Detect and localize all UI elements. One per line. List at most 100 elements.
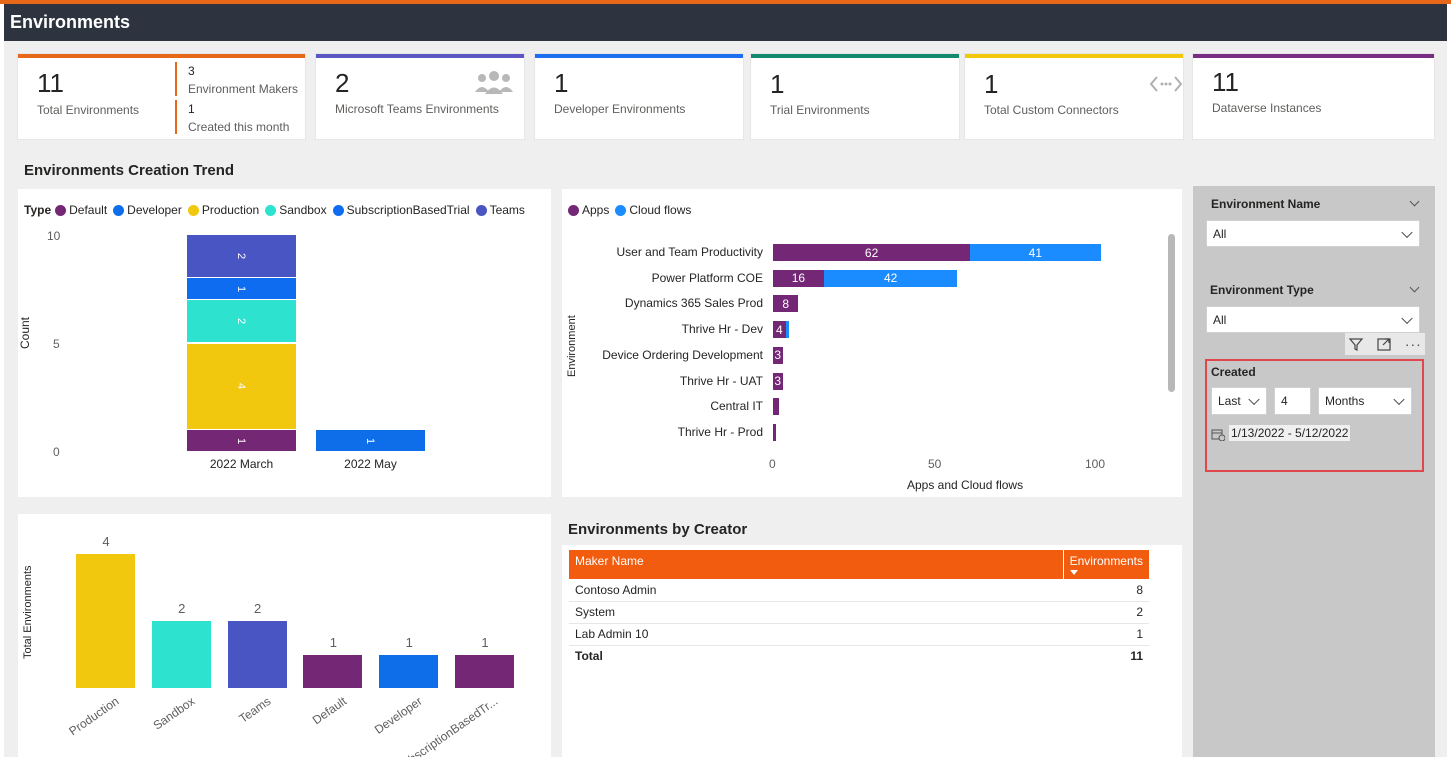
bar-segment-sandbox[interactable]: 2 bbox=[187, 300, 296, 343]
kpi-card-total-environments[interactable]: 11 Total Environments 3 Environment Make… bbox=[17, 53, 306, 140]
kpi-value: 11 bbox=[37, 68, 64, 98]
bar-segment-default[interactable]: 1 bbox=[187, 430, 296, 451]
bar-segment-subscriptionbasedtrial[interactable]: 1 bbox=[187, 278, 296, 300]
kpi-card-dataverse-instances[interactable]: 11 Dataverse Instances bbox=[1192, 53, 1435, 140]
bar-default[interactable] bbox=[303, 654, 363, 688]
total-label: Total bbox=[569, 644, 1064, 667]
bar-apps[interactable]: 8 bbox=[773, 295, 799, 313]
environment-name-dropdown[interactable]: All bbox=[1206, 220, 1420, 247]
kpi-card-custom-connectors[interactable]: 1 Total Custom Connectors bbox=[964, 53, 1184, 140]
sub-kpi-label: Created this month bbox=[188, 120, 290, 134]
kpi-card-trial-environments[interactable]: 1 Trial Environments bbox=[750, 53, 960, 140]
bar-apps[interactable]: 3 bbox=[773, 346, 783, 364]
apps-legend: Apps Cloud flows bbox=[568, 203, 697, 217]
y-category-label: Thrive Hr - Dev bbox=[681, 322, 763, 337]
y-category-label: User and Team Productivity bbox=[616, 245, 763, 259]
data-label: 3 bbox=[774, 374, 782, 388]
bar-segment-production[interactable]: 4 bbox=[187, 343, 296, 430]
kpi-accent-bar bbox=[751, 54, 959, 58]
kpi-accent-bar bbox=[965, 54, 1183, 58]
bar-segment-teams[interactable]: 2 bbox=[187, 235, 296, 278]
bar-apps[interactable]: 4 bbox=[773, 321, 786, 339]
kpi-value: 2 bbox=[335, 68, 350, 98]
kpi-card-teams-environments[interactable]: 2 Microsoft Teams Environments bbox=[315, 53, 525, 140]
chart-scrollbar[interactable] bbox=[1168, 234, 1175, 392]
data-label: 1 bbox=[329, 634, 337, 650]
x-tick: 0 bbox=[769, 457, 776, 471]
y-tick: 10 bbox=[47, 229, 61, 243]
legend-item-teams[interactable]: Teams bbox=[475, 203, 525, 217]
legend-item-subscription[interactable]: SubscriptionBasedTrial bbox=[332, 203, 470, 217]
legend-item-cloud-flows[interactable]: Cloud flows bbox=[615, 203, 691, 217]
legend-item-developer[interactable]: Developer bbox=[113, 203, 182, 217]
bar-subscriptionbasedtr[interactable] bbox=[455, 654, 514, 688]
legend-item-sandbox[interactable]: Sandbox bbox=[265, 203, 327, 217]
creation-trend-chart[interactable]: Type Default Developer Production Sandbo… bbox=[18, 189, 551, 497]
connector-icon bbox=[1149, 76, 1183, 92]
apps-y-axis-title: Environment bbox=[566, 315, 578, 377]
bar-apps[interactable] bbox=[773, 398, 780, 416]
legend-item-default[interactable]: Default bbox=[55, 203, 107, 217]
environments-cell: 1 bbox=[1063, 623, 1149, 646]
environment-type-dropdown[interactable]: All bbox=[1206, 306, 1420, 333]
legend-item-production[interactable]: Production bbox=[187, 203, 259, 217]
chevron-down-icon[interactable] bbox=[1409, 282, 1420, 293]
slicer-title-environment-type: Environment Type bbox=[1210, 283, 1314, 297]
bar-apps[interactable]: 16 bbox=[773, 269, 824, 287]
dropdown-value: Last bbox=[1218, 394, 1241, 408]
chevron-down-icon[interactable] bbox=[1409, 196, 1420, 207]
bar-cloud-flows[interactable] bbox=[785, 321, 789, 339]
table-row[interactable]: Contoso Admin 8 bbox=[569, 579, 1149, 602]
calendar-icon bbox=[1211, 429, 1225, 441]
legend-item-apps[interactable]: Apps bbox=[568, 203, 609, 217]
bar-developer[interactable] bbox=[379, 654, 439, 688]
x-category-label: Production bbox=[66, 694, 122, 739]
creator-section-title: Environments by Creator bbox=[568, 521, 748, 538]
sub-kpi-divider bbox=[175, 62, 177, 96]
dropdown-value: Months bbox=[1325, 394, 1365, 408]
relative-mode-dropdown[interactable]: Last bbox=[1211, 387, 1267, 415]
bar-sandbox[interactable] bbox=[151, 621, 211, 688]
bar-cloud-flows[interactable]: 42 bbox=[823, 269, 958, 287]
data-label: 62 bbox=[864, 245, 879, 260]
apps-flows-chart[interactable]: Apps Cloud flows Environment User and Te… bbox=[562, 189, 1182, 497]
focus-mode-icon[interactable] bbox=[1376, 336, 1392, 352]
bar-cloud-flows[interactable]: 41 bbox=[970, 244, 1101, 261]
data-label: 1 bbox=[481, 634, 489, 650]
bar-apps[interactable] bbox=[773, 423, 777, 441]
relative-count-input[interactable]: 4 bbox=[1274, 387, 1311, 415]
bar-segment-developer[interactable]: 1 bbox=[316, 430, 425, 451]
data-label: 4 bbox=[102, 534, 110, 549]
kpi-label: Dataverse Instances bbox=[1212, 101, 1322, 115]
slicer-title-environment-name: Environment Name bbox=[1211, 197, 1321, 211]
bar-apps[interactable]: 3 bbox=[773, 372, 783, 390]
more-options-icon[interactable]: ··· bbox=[1405, 337, 1422, 351]
data-label: 4 bbox=[776, 322, 783, 337]
x-category-label: Developer bbox=[371, 694, 425, 737]
kpi-value: 1 bbox=[770, 69, 785, 99]
kpi-card-developer-environments[interactable]: 1 Developer Environments bbox=[534, 53, 744, 140]
bar-production[interactable] bbox=[76, 554, 135, 688]
kpi-accent-bar bbox=[1193, 54, 1434, 58]
y-category-label: Dynamics 365 Sales Prod bbox=[624, 296, 763, 311]
creator-table-panel: Maker Name Environments Contoso Admin 8 S… bbox=[562, 545, 1182, 757]
relative-unit-dropdown[interactable]: Months bbox=[1318, 387, 1412, 415]
x-tick: 100 bbox=[1085, 457, 1106, 471]
column-header-environments[interactable]: Environments bbox=[1062, 550, 1149, 579]
table-row[interactable]: System 2 bbox=[569, 601, 1149, 624]
environments-by-type-chart[interactable]: Total Environments 4 Production 2 Sandbox 2 T… bbox=[18, 514, 551, 757]
kpi-value: 11 bbox=[1212, 67, 1239, 97]
bar-apps[interactable]: 62 bbox=[773, 244, 971, 261]
data-label: 4 bbox=[235, 383, 248, 390]
trend-section-title: Environments Creation Trend bbox=[24, 162, 235, 179]
kpi-accent-bar bbox=[316, 54, 524, 58]
column-header-label: Environments bbox=[1069, 554, 1143, 568]
created-slicer[interactable]: Created Last 4 Months 1/13/2022 - 5/12/2… bbox=[1205, 359, 1424, 472]
kpi-accent-bar bbox=[18, 54, 305, 58]
kpi-value: 1 bbox=[984, 69, 999, 99]
bar-teams[interactable] bbox=[227, 621, 287, 688]
filter-icon[interactable] bbox=[1348, 336, 1364, 352]
table-row[interactable]: Lab Admin 10 1 bbox=[569, 623, 1149, 646]
column-header-maker-name[interactable]: Maker Name bbox=[569, 550, 1064, 579]
dropdown-value: All bbox=[1213, 226, 1227, 241]
